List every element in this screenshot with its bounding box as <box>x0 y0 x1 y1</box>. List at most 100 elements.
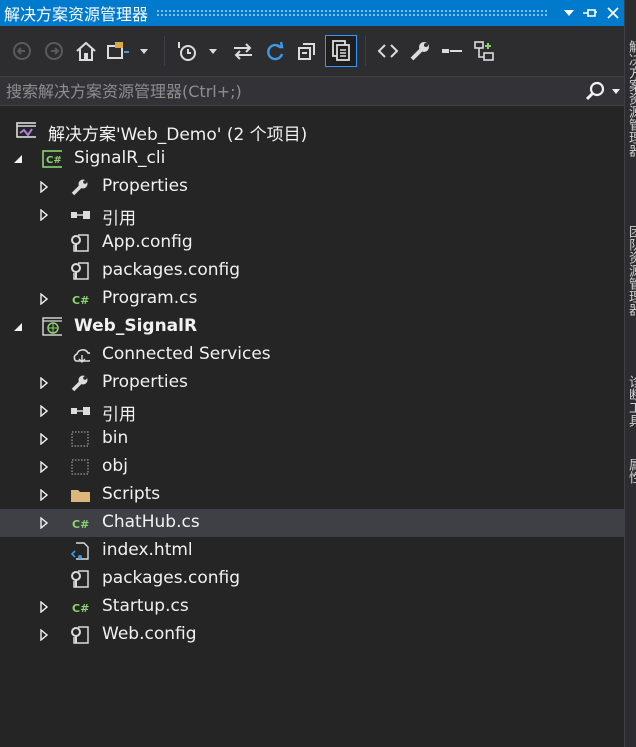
config-file-icon <box>70 234 90 252</box>
collapsed-arrow-icon[interactable] <box>38 181 50 193</box>
tree-row-folder[interactable]: obj <box>0 453 624 481</box>
tree-row-folder[interactable]: bin <box>0 425 624 453</box>
tree-row-project[interactable]: C# SignalR_cli <box>0 145 624 173</box>
collapsed-arrow-icon[interactable] <box>38 209 50 221</box>
view-code-icon[interactable] <box>374 36 402 66</box>
tree-row-file[interactable]: index.html <box>0 537 624 565</box>
tree-item-label: Properties <box>102 176 188 196</box>
search-options-dropdown-icon[interactable] <box>608 77 624 105</box>
side-tab-solution-explorer[interactable]: 解决方案资源管理器 <box>625 40 636 157</box>
title-grip[interactable] <box>156 9 548 17</box>
tree-row-file[interactable]: App.config <box>0 229 624 257</box>
tree-row-file[interactable]: C# Program.cs <box>0 285 624 313</box>
collapsed-arrow-icon[interactable] <box>38 293 50 305</box>
collapse-all-icon[interactable] <box>293 36 321 66</box>
tree-item-label: ChatHub.cs <box>102 512 200 532</box>
arrow-right-icon[interactable] <box>40 36 68 66</box>
sync-arrows-icon[interactable] <box>229 36 257 66</box>
toolbar <box>0 26 624 76</box>
collapsed-arrow-icon[interactable] <box>38 601 50 613</box>
svg-text:C#: C# <box>72 518 89 531</box>
svg-text:C#: C# <box>46 155 62 166</box>
tree-row-project[interactable]: Web_SignalR <box>0 313 624 341</box>
csharp-file-icon: C# <box>70 598 90 616</box>
search-icon[interactable] <box>582 77 608 105</box>
switch-views-icon[interactable] <box>104 36 132 66</box>
tree-row-references[interactable]: 引用 <box>0 397 624 425</box>
references-icon <box>70 402 90 420</box>
side-tab-team-explorer[interactable]: 团队资源管理器 <box>625 225 636 316</box>
hidden-folder-icon <box>70 458 90 476</box>
history-dropdown-icon[interactable] <box>205 36 221 66</box>
tree-row-properties[interactable]: Properties <box>0 369 624 397</box>
collapsed-arrow-icon[interactable] <box>38 517 50 529</box>
config-file-icon <box>70 262 90 280</box>
tree-item-label: App.config <box>102 232 193 252</box>
collapsed-arrow-icon[interactable] <box>38 377 50 389</box>
close-icon[interactable] <box>602 2 624 24</box>
svg-text:C#: C# <box>72 294 89 307</box>
preview-icon[interactable] <box>438 36 466 66</box>
solution-label: 解决方案'Web_Demo' (2 个项目) <box>48 125 308 145</box>
svg-text:C#: C# <box>72 602 89 615</box>
tree-item-label: 引用 <box>102 405 136 425</box>
tree-row-references[interactable]: 引用 <box>0 201 624 229</box>
window-menu-dropdown-icon[interactable] <box>558 2 580 24</box>
history-clock-icon[interactable] <box>173 36 201 66</box>
search-input[interactable] <box>0 80 582 102</box>
home-icon[interactable] <box>72 36 100 66</box>
references-icon <box>70 206 90 224</box>
tree-item-label: Scripts <box>102 484 161 504</box>
refresh-icon[interactable] <box>261 36 289 66</box>
tree-row-file-selected[interactable]: C# ChatHub.cs <box>0 509 624 537</box>
collapsed-arrow-icon[interactable] <box>38 489 50 501</box>
collapsed-arrow-icon[interactable] <box>38 629 50 641</box>
hidden-folder-icon <box>70 430 90 448</box>
class-diagram-icon[interactable] <box>470 36 498 66</box>
tree-item-label: Web.config <box>102 624 197 644</box>
web-project-icon <box>42 317 62 336</box>
tree-item-label: Connected Services <box>102 344 271 364</box>
side-tab-diagnostic-tools[interactable]: 诊断工具 <box>625 375 636 427</box>
arrow-left-icon[interactable] <box>8 36 36 66</box>
project-label: SignalR_cli <box>74 148 166 168</box>
solution-icon <box>16 122 36 140</box>
expanded-arrow-icon[interactable] <box>12 321 24 333</box>
tree-item-label: Properties <box>102 372 188 392</box>
folder-icon <box>70 486 90 504</box>
tree-row-connected-services[interactable]: Connected Services <box>0 341 624 369</box>
expanded-arrow-icon[interactable] <box>12 153 24 165</box>
tree-item-label: Startup.cs <box>102 596 189 616</box>
title-bar[interactable]: 解决方案资源管理器 <box>0 0 624 26</box>
switch-views-dropdown-icon[interactable] <box>136 36 152 66</box>
cloud-icon <box>70 346 90 364</box>
collapsed-arrow-icon[interactable] <box>38 405 50 417</box>
tree-item-label: index.html <box>102 540 193 560</box>
tree-item-label: obj <box>102 456 128 476</box>
tree-row-file[interactable]: Web.config <box>0 621 624 649</box>
config-file-icon <box>70 626 90 644</box>
csharp-file-icon: C# <box>70 290 90 308</box>
toolbar-separator <box>164 36 165 66</box>
collapsed-arrow-icon[interactable] <box>38 433 50 445</box>
show-all-files-icon[interactable] <box>325 35 357 67</box>
side-tab-properties[interactable]: 属性 <box>625 458 636 484</box>
config-file-icon <box>70 570 90 588</box>
project-label: Web_SignalR <box>74 316 198 336</box>
collapsed-arrow-icon[interactable] <box>38 461 50 473</box>
tree-row-file[interactable]: packages.config <box>0 565 624 593</box>
tree-row-file[interactable]: C# Startup.cs <box>0 593 624 621</box>
wrench-icon <box>70 374 90 392</box>
tree-item-label: packages.config <box>102 260 241 280</box>
tree-item-label: Program.cs <box>102 288 198 308</box>
tree-item-label: packages.config <box>102 568 241 588</box>
wrench-icon <box>70 178 90 196</box>
solution-tree: 解决方案'Web_Demo' (2 个项目) C# SignalR_cli Pr… <box>0 117 624 649</box>
pin-icon[interactable] <box>580 2 602 24</box>
tree-row-properties[interactable]: Properties <box>0 173 624 201</box>
tree-row-folder[interactable]: Scripts <box>0 481 624 509</box>
csharp-project-icon: C# <box>42 150 62 168</box>
wrench-icon[interactable] <box>406 36 434 66</box>
tree-row-solution[interactable]: 解决方案'Web_Demo' (2 个项目) <box>0 117 624 145</box>
tree-row-file[interactable]: packages.config <box>0 257 624 285</box>
